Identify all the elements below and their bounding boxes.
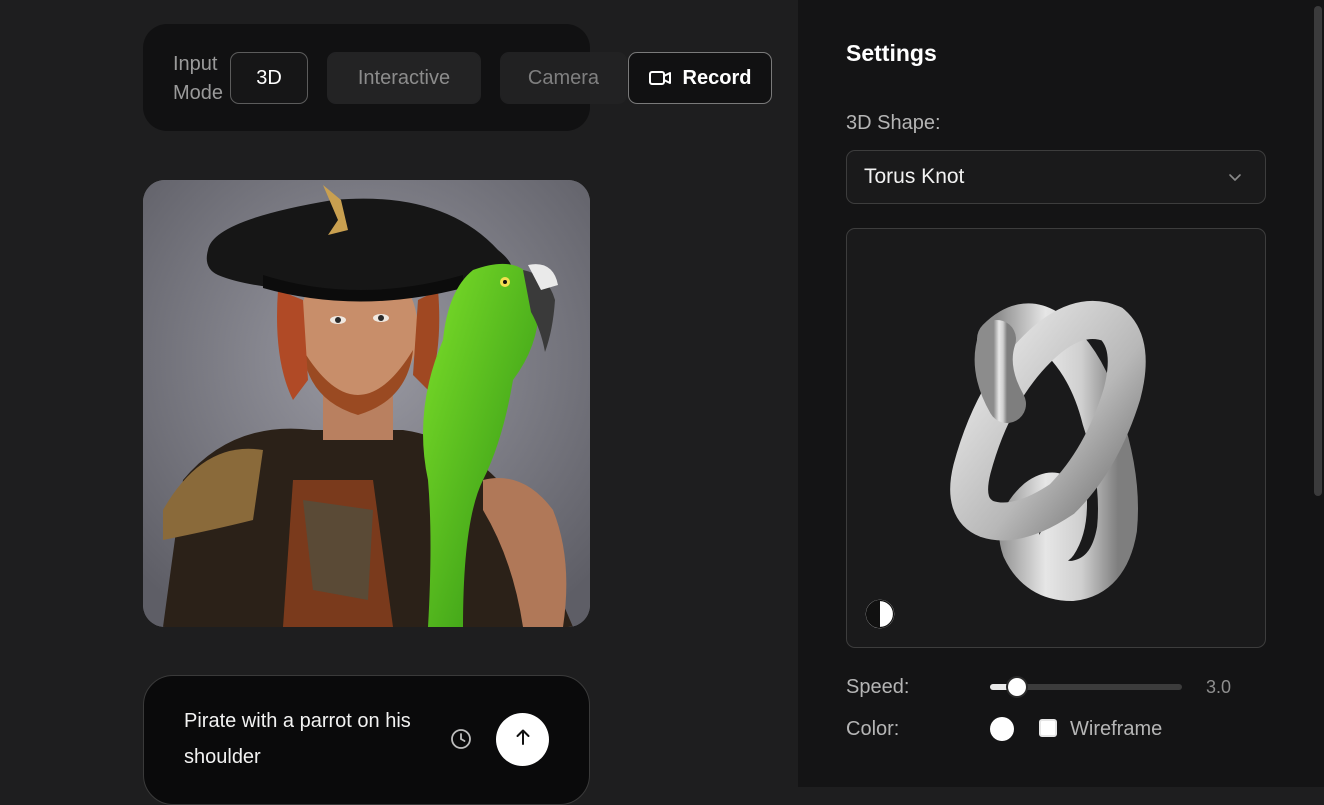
input-mode-label: Input Mode bbox=[173, 53, 224, 104]
speed-label: Speed: bbox=[846, 676, 910, 698]
generated-image bbox=[143, 180, 590, 627]
speed-slider-thumb[interactable] bbox=[1008, 678, 1027, 696]
contrast-icon[interactable] bbox=[865, 599, 895, 629]
mode-camera-button[interactable]: Camera bbox=[500, 52, 627, 104]
settings-title: Settings bbox=[846, 40, 937, 66]
color-swatch[interactable] bbox=[990, 717, 1014, 741]
wireframe-label[interactable]: Wireframe bbox=[1070, 718, 1162, 741]
chevron-down-icon bbox=[1226, 168, 1244, 191]
wireframe-checkbox[interactable] bbox=[1039, 719, 1057, 737]
mode-interactive-button[interactable]: Interactive bbox=[327, 52, 481, 104]
shape-label: 3D Shape: bbox=[846, 112, 941, 134]
record-label: Record bbox=[682, 67, 752, 89]
clock-icon[interactable] bbox=[449, 727, 473, 751]
video-camera-icon bbox=[648, 70, 671, 86]
shape-dropdown-value: Torus Knot bbox=[864, 165, 965, 188]
scrollbar-thumb[interactable] bbox=[1314, 6, 1322, 496]
shape-preview[interactable] bbox=[846, 228, 1266, 648]
record-button[interactable]: Record bbox=[628, 52, 772, 104]
arrow-up-icon bbox=[514, 728, 532, 751]
speed-value: 3.0 bbox=[1206, 677, 1232, 697]
prompt-text[interactable]: Pirate with a parrot on his shoulder bbox=[184, 703, 424, 775]
mode-3d-button[interactable]: 3D bbox=[230, 52, 308, 104]
color-label: Color: bbox=[846, 718, 900, 740]
submit-button[interactable] bbox=[496, 713, 549, 766]
